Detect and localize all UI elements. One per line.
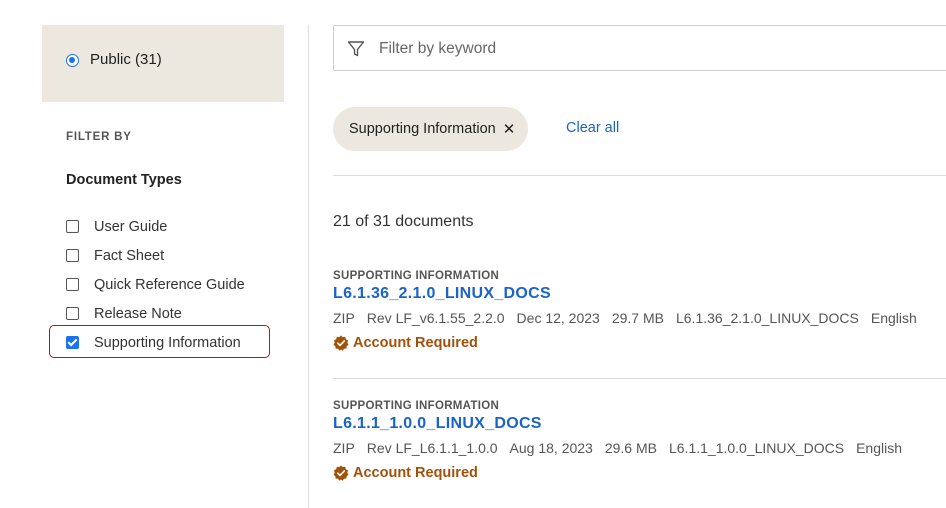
access-filter-panel: Public (31) [42,25,284,102]
document-size: 29.6 MB [604,440,657,456]
document-date: Dec 12, 2023 [516,310,600,326]
account-required-label: Account Required [353,465,478,481]
filter-user-guide[interactable]: User Guide [66,212,245,241]
result-count: 21 of 31 documents [333,213,474,230]
clear-all-link[interactable]: Clear all [566,120,619,136]
quick-reference-guide-label[interactable]: Quick Reference Guide [94,277,245,293]
document-types-heading: Document Types [66,172,182,188]
keyword-search-box[interactable] [333,25,946,71]
document-format: ZIP [333,440,355,456]
document-revision: Rev LF_v6.1.55_2.2.0 [366,310,505,326]
user-guide-checkbox[interactable] [66,220,79,233]
active-filter-label: Supporting Information [349,121,496,137]
document-size: 29.7 MB [611,310,664,326]
document-item: SUPPORTING INFORMATION L6.1.1_1.0.0_LINU… [333,400,946,481]
remove-filter-icon[interactable]: ✕ [503,120,516,138]
public-radio-label[interactable]: Public (31) [90,51,162,68]
filter-fact-sheet[interactable]: Fact Sheet [66,241,245,270]
document-category: SUPPORTING INFORMATION [333,270,500,282]
document-date: Aug 18, 2023 [509,440,593,456]
release-note-checkbox[interactable] [66,307,79,320]
public-radio[interactable] [66,54,79,67]
filter-icon [347,41,365,57]
user-guide-label[interactable]: User Guide [94,219,167,235]
fact-sheet-label[interactable]: Fact Sheet [94,248,164,264]
selection-highlight [49,325,270,358]
document-filename: L6.1.1_1.0.0_LINUX_DOCS [668,440,845,456]
document-format: ZIP [333,310,355,326]
filter-quick-reference-guide[interactable]: Quick Reference Guide [66,270,245,299]
release-note-label[interactable]: Release Note [94,306,182,322]
document-meta: ZIP Rev LF_v6.1.55_2.2.0 Dec 12, 2023 29… [333,310,946,326]
document-filename: L6.1.36_2.1.0_LINUX_DOCS [675,310,859,326]
document-divider [333,378,946,379]
quick-reference-guide-checkbox[interactable] [66,278,79,291]
filter-by-heading: FILTER BY [66,131,132,143]
document-item: SUPPORTING INFORMATION L6.1.36_2.1.0_LIN… [333,270,946,351]
account-required-badge: Account Required [333,465,946,481]
document-category: SUPPORTING INFORMATION [333,400,500,412]
account-required-label: Account Required [353,335,478,351]
results-divider [333,175,946,176]
document-revision: Rev LF_L6.1.1_1.0.0 [366,440,498,456]
fact-sheet-checkbox[interactable] [66,249,79,262]
document-meta: ZIP Rev LF_L6.1.1_1.0.0 Aug 18, 2023 29.… [333,440,946,456]
keyword-search-input[interactable] [379,38,879,60]
account-required-badge: Account Required [333,335,946,351]
document-title-link[interactable]: L6.1.1_1.0.0_LINUX_DOCS [333,415,946,433]
verified-badge-icon [333,465,349,481]
document-language: English [870,310,917,326]
active-filter-chip[interactable]: Supporting Information ✕ [333,107,529,151]
verified-badge-icon [333,335,349,351]
document-language: English [856,440,903,456]
panel-divider [308,25,309,508]
filter-release-note[interactable]: Release Note [66,299,245,328]
document-title-link[interactable]: L6.1.36_2.1.0_LINUX_DOCS [333,285,946,303]
